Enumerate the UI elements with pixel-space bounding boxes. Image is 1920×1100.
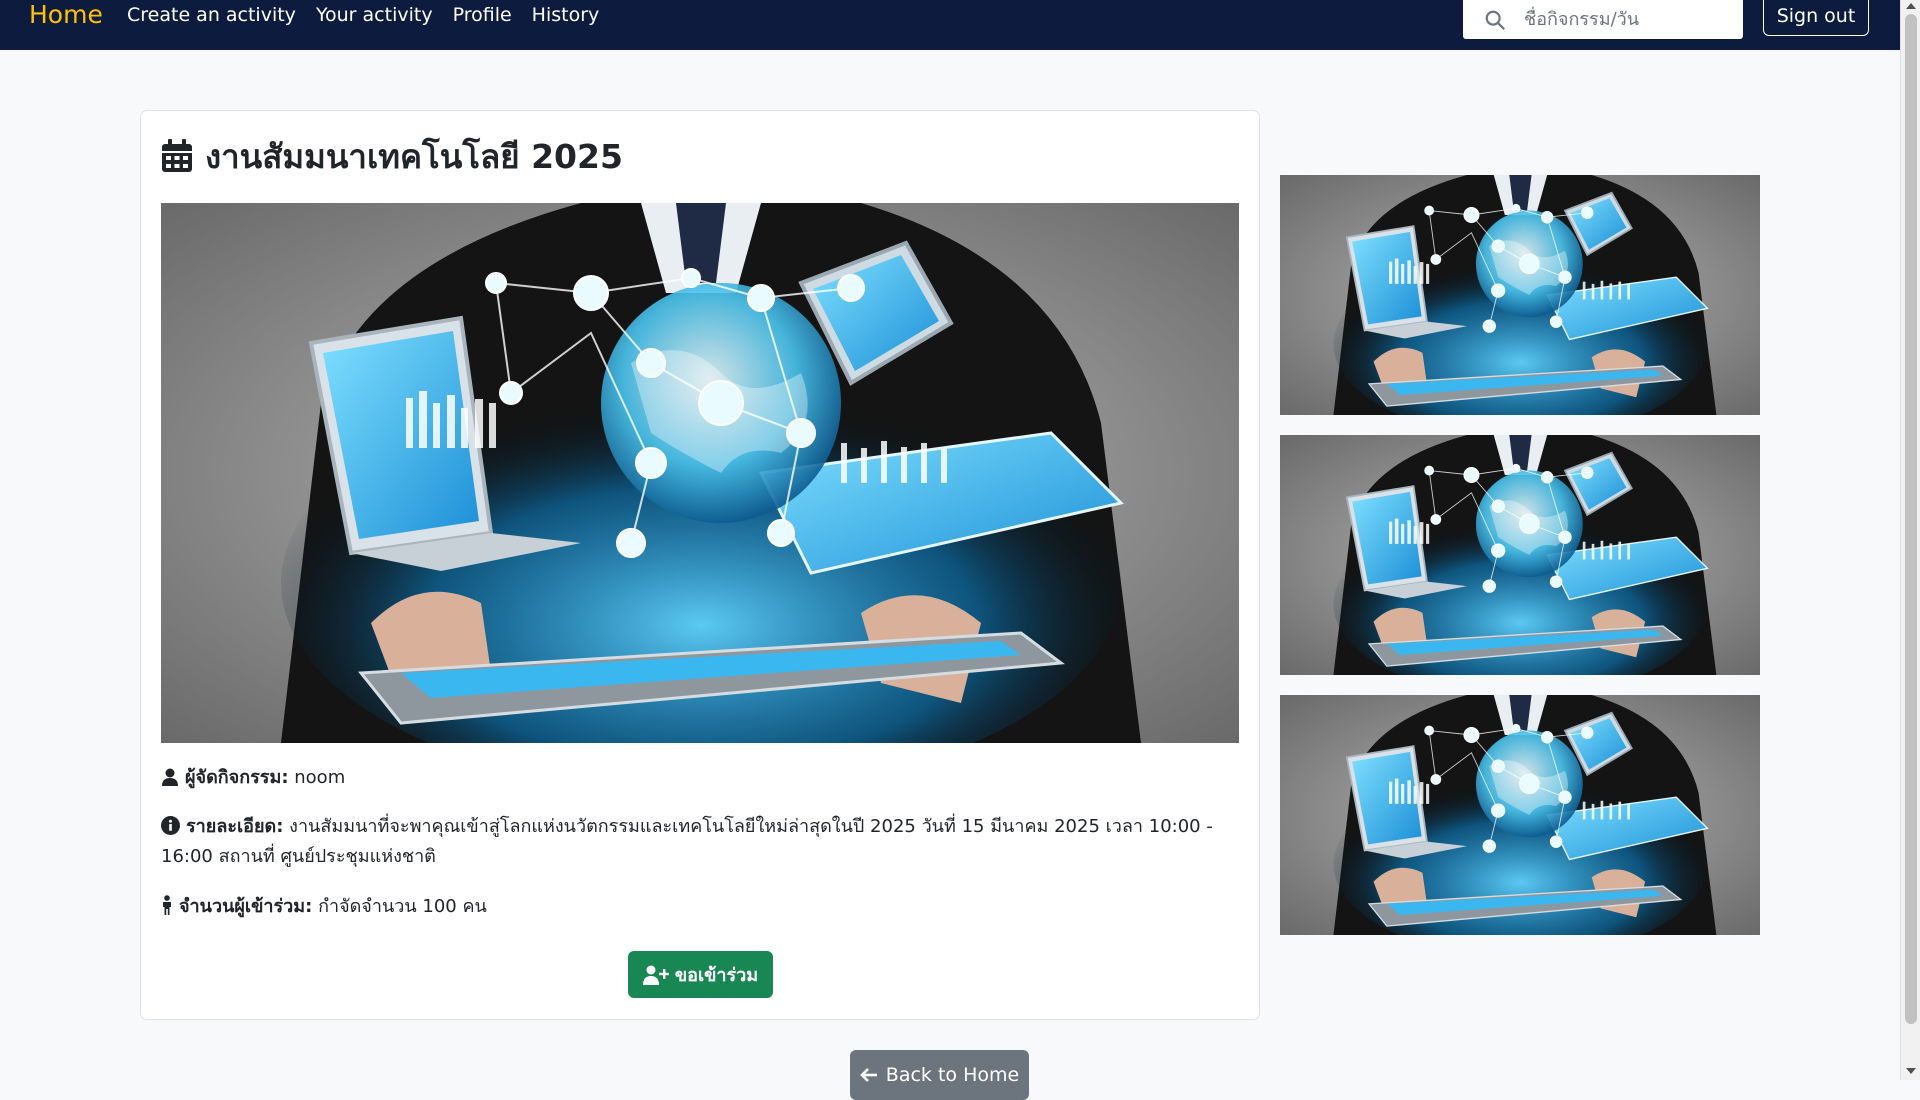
nav-home-link[interactable]: Home xyxy=(29,0,103,30)
search-box xyxy=(1463,0,1743,39)
details-label: รายละเอียด: xyxy=(186,816,284,837)
nav-links: Create an activity Your activity Profile… xyxy=(127,0,619,30)
event-thumbnail[interactable] xyxy=(1280,175,1760,415)
arrow-left-icon xyxy=(859,1068,877,1082)
nav-link-profile[interactable]: Profile xyxy=(453,4,512,26)
participants-line: จำนวนผู้เข้าร่วม: กำจัดจำนวน 100 คน xyxy=(161,892,1241,922)
search-icon xyxy=(1485,10,1505,30)
event-hero-image xyxy=(161,203,1239,743)
scroll-thumb[interactable] xyxy=(1905,14,1917,1024)
join-button[interactable]: ขอเข้าร่วม xyxy=(628,951,773,998)
event-card: งานสัมมนาเทคโนโลยี 2025 ผู้จัดกิจกรรม: n… xyxy=(140,110,1260,1020)
person-icon xyxy=(163,895,171,915)
event-thumbnail[interactable] xyxy=(1280,435,1760,675)
organizer-line: ผู้จัดกิจกรรม: noom xyxy=(161,763,1241,793)
organizer-label: ผู้จัดกิจกรรม: xyxy=(185,767,289,788)
scroll-down-icon[interactable] xyxy=(1906,1068,1916,1074)
scroll-up-icon[interactable] xyxy=(1906,3,1916,9)
user-icon xyxy=(162,768,178,786)
search-input[interactable] xyxy=(1524,4,1724,35)
user-plus-icon xyxy=(642,965,669,985)
calendar-icon xyxy=(162,139,192,172)
sign-out-button[interactable]: Sign out xyxy=(1763,0,1869,36)
nav-link-create-activity[interactable]: Create an activity xyxy=(127,4,296,26)
event-title: งานสัมมนาเทคโนโลยี 2025 xyxy=(161,131,623,181)
back-to-home-button[interactable]: Back to Home xyxy=(850,1050,1029,1100)
organizer-value: noom xyxy=(294,767,346,788)
participants-label: จำนวนผู้เข้าร่วม: xyxy=(179,896,313,917)
top-navbar: Home Create an activity Your activity Pr… xyxy=(0,0,1900,50)
details-value: งานสัมมนาที่จะพาคุณเข้าสู่โลกแห่งนวัตกรร… xyxy=(161,816,1213,867)
back-button-label: Back to Home xyxy=(885,1064,1020,1086)
nav-link-history[interactable]: History xyxy=(532,4,600,26)
nav-link-your-activity[interactable]: Your activity xyxy=(316,4,433,26)
event-title-text: งานสัมมนาเทคโนโลยี 2025 xyxy=(205,136,623,176)
info-icon xyxy=(161,816,180,835)
details-line: รายละเอียด: งานสัมมนาที่จะพาคุณเข้าสู่โล… xyxy=(161,812,1241,872)
event-thumbnail[interactable] xyxy=(1280,695,1760,935)
participants-value: กำจัดจำนวน 100 คน xyxy=(318,896,487,917)
join-button-label: ขอเข้าร่วม xyxy=(674,965,759,986)
page-scrollbar[interactable] xyxy=(1900,0,1920,1080)
